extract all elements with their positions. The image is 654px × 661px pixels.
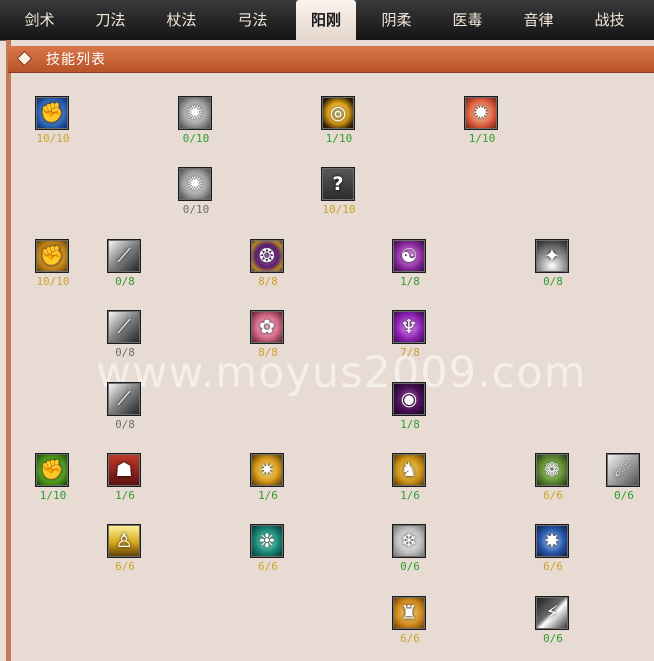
skill-node: ♜ 6/6	[380, 596, 440, 654]
skill-level: 1/10	[468, 132, 496, 145]
skill-node: ❄ 0/6	[380, 524, 440, 582]
skill-level: 6/6	[543, 560, 563, 573]
green-fist-icon[interactable]: ✊	[35, 453, 69, 487]
skill-level: 0/8	[543, 275, 563, 288]
tab-sword[interactable]: 剑术	[4, 0, 75, 40]
skill-node: ♆ 7/8	[380, 310, 440, 368]
section-header: 技能列表	[8, 46, 654, 73]
skill-level: 0/6	[400, 560, 420, 573]
white-mist-icon[interactable]: ❄	[392, 524, 426, 558]
light-rays-icon[interactable]: ⟋	[107, 382, 141, 416]
skill-node: ✿ 8/8	[238, 310, 298, 368]
silver-claw-icon[interactable]: ☄	[606, 453, 640, 487]
skill-node: ⟋ 0/8	[95, 239, 155, 297]
skill-node: ✊ 10/10	[23, 96, 83, 154]
tab-staff[interactable]: 杖法	[146, 0, 217, 40]
warrior-icon[interactable]: ☗	[107, 453, 141, 487]
skill-node: ❉ 6/6	[238, 524, 298, 582]
skill-level: 1/6	[115, 489, 135, 502]
diamond-icon	[16, 50, 33, 67]
skill-node: ? 10/10	[309, 167, 369, 225]
purple-figure-icon[interactable]: ♆	[392, 310, 426, 344]
tab-yin[interactable]: 阴柔	[361, 0, 432, 40]
skill-level: 6/6	[258, 560, 278, 573]
fist-icon[interactable]: ✊	[35, 96, 69, 130]
skill-level: 1/10	[39, 489, 67, 502]
skill-node: ☄ 0/6	[594, 453, 654, 511]
teal-aura-icon[interactable]: ❉	[250, 524, 284, 558]
skill-node: ✹ 1/10	[452, 96, 512, 154]
skill-category-tabs: 剑术 刀法 杖法 弓法 阳刚 阴柔 医毒 音律 战技	[0, 0, 654, 41]
light-rays-icon[interactable]: ⟋	[107, 310, 141, 344]
skill-node: ✷ 1/6	[238, 453, 298, 511]
skill-level: 1/8	[400, 275, 420, 288]
skill-node: ✸ 6/6	[523, 524, 583, 582]
white-slash-icon[interactable]: ⚡	[535, 596, 569, 630]
skill-node: ✦ 0/8	[523, 239, 583, 297]
skill-level: 10/10	[36, 275, 70, 288]
blue-burst-icon[interactable]: ✸	[535, 524, 569, 558]
silver-orb-icon[interactable]: ✺	[178, 96, 212, 130]
white-burst-icon[interactable]: ✦	[535, 239, 569, 273]
skill-node: ◎ 1/10	[309, 96, 369, 154]
skill-node: ☗ 1/6	[95, 453, 155, 511]
question-mark-icon[interactable]: ?	[321, 167, 355, 201]
skill-level: 0/8	[115, 346, 135, 359]
watermark: www.moyus2009.com	[96, 348, 587, 398]
skill-level: 0/10	[182, 203, 210, 216]
skill-level: 0/10	[182, 132, 210, 145]
skill-level: 0/8	[115, 275, 135, 288]
section-title: 技能列表	[46, 52, 106, 68]
skill-level: 0/8	[115, 418, 135, 431]
golden-beast-icon[interactable]: ♜	[392, 596, 426, 630]
tab-combat[interactable]: 战技	[574, 0, 645, 40]
skill-node: ❂ 8/8	[238, 239, 298, 297]
skill-level: 7/8	[400, 346, 420, 359]
tab-bow[interactable]: 弓法	[217, 0, 288, 40]
green-wheel-icon[interactable]: ❁	[535, 453, 569, 487]
skill-node: ⟋ 0/8	[95, 382, 155, 440]
skill-node: ◉ 1/8	[380, 382, 440, 440]
skill-level: 6/6	[115, 560, 135, 573]
skill-node: ☯ 1/8	[380, 239, 440, 297]
golden-spark-icon[interactable]: ✷	[250, 453, 284, 487]
tab-medicine[interactable]: 医毒	[432, 0, 503, 40]
skill-node: ♞ 1/6	[380, 453, 440, 511]
skill-node: ⟋ 0/8	[95, 310, 155, 368]
skill-level: 1/6	[400, 489, 420, 502]
skill-level: 1/6	[258, 489, 278, 502]
dark-vortex-icon[interactable]: ◉	[392, 382, 426, 416]
skill-node: ✺ 0/10	[166, 96, 226, 154]
skill-node: ✊ 1/10	[23, 453, 83, 511]
skill-level: 1/10	[325, 132, 353, 145]
flame-burst-icon[interactable]: ✹	[464, 96, 498, 130]
pink-spark-icon[interactable]: ✿	[250, 310, 284, 344]
skill-node: ♙ 6/6	[95, 524, 155, 582]
skill-node: ❁ 6/6	[523, 453, 583, 511]
purple-swirl-icon[interactable]: ☯	[392, 239, 426, 273]
golden-ring-icon[interactable]: ◎	[321, 96, 355, 130]
tab-yang[interactable]: 阳刚	[296, 0, 356, 40]
silver-orb-icon[interactable]: ✺	[178, 167, 212, 201]
violet-seal-icon[interactable]: ❂	[250, 239, 284, 273]
skill-level: 0/6	[614, 489, 634, 502]
skill-level: 10/10	[322, 203, 356, 216]
golden-fist-icon[interactable]: ✊	[35, 239, 69, 273]
tab-music[interactable]: 音律	[503, 0, 574, 40]
skill-level: 10/10	[36, 132, 70, 145]
skill-level: 6/6	[543, 489, 563, 502]
warrior-aura-icon[interactable]: ♙	[107, 524, 141, 558]
tiger-icon[interactable]: ♞	[392, 453, 426, 487]
skill-node: ✊ 10/10	[23, 239, 83, 297]
skill-level: 6/6	[400, 632, 420, 645]
skill-level: 8/8	[258, 275, 278, 288]
skill-node: ⚡ 0/6	[523, 596, 583, 654]
skill-node: ✺ 0/10	[166, 167, 226, 225]
tab-blade[interactable]: 刀法	[75, 0, 146, 40]
skill-level: 8/8	[258, 346, 278, 359]
light-rays-icon[interactable]: ⟋	[107, 239, 141, 273]
skill-level: 1/8	[400, 418, 420, 431]
skill-level: 0/6	[543, 632, 563, 645]
